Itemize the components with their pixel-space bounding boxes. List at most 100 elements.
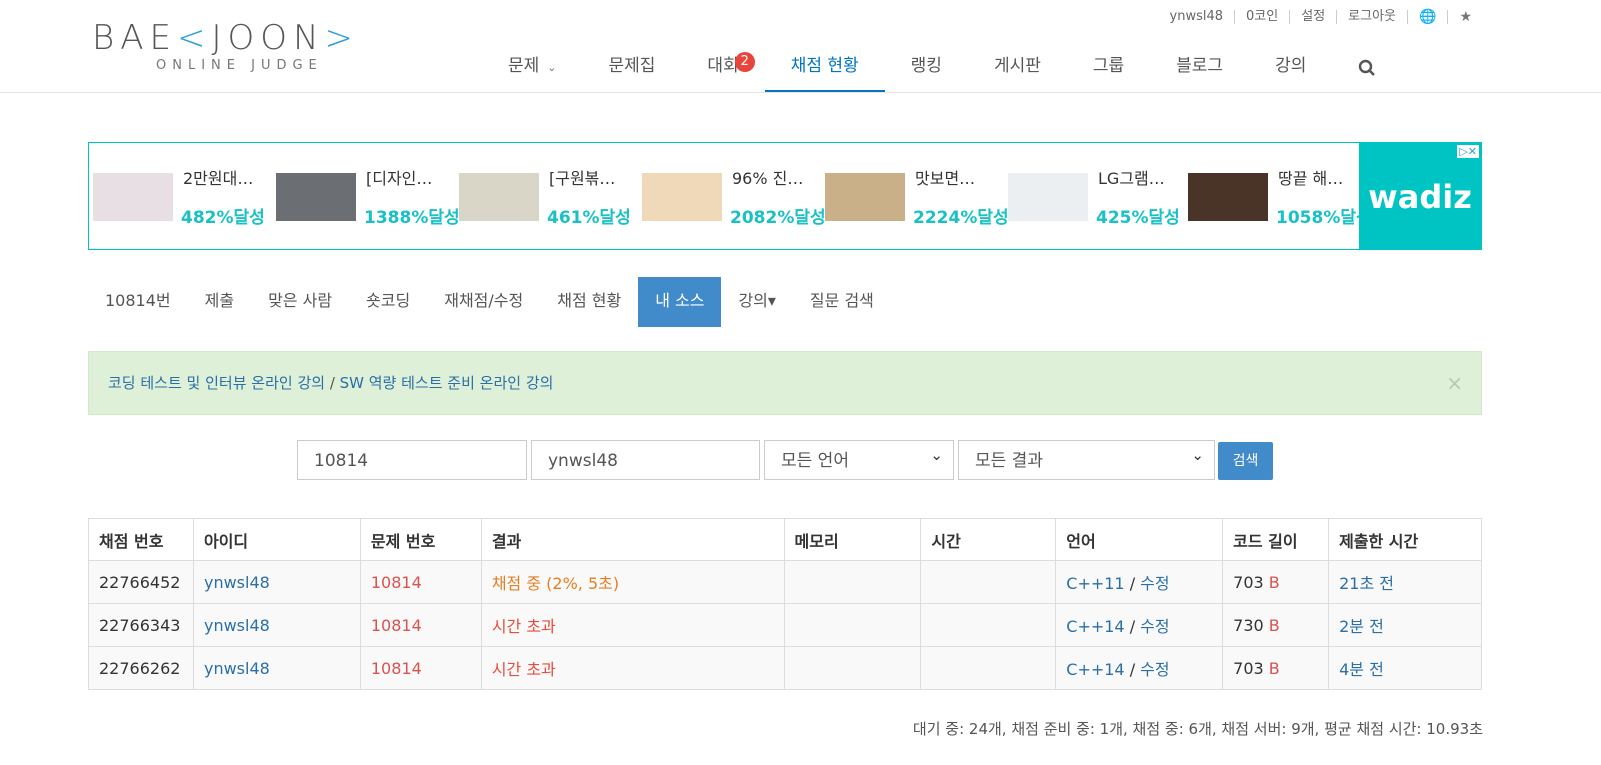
subnav-shortcoding[interactable]: 숏코딩 xyxy=(349,277,427,327)
user-link[interactable]: ynwsl48 xyxy=(204,573,270,592)
ad-item[interactable]: LG그램… 425%달성 xyxy=(1004,143,1186,251)
wadiz-logo[interactable]: wadiz xyxy=(1359,143,1481,249)
close-icon[interactable]: × xyxy=(1446,352,1463,414)
memory-cell xyxy=(783,646,922,690)
submission-id: 22766343 xyxy=(88,603,194,647)
username-link[interactable]: ynwsl48 xyxy=(1159,10,1235,24)
nav-contest[interactable]: 대회 2 xyxy=(681,45,764,92)
code-length: 703 xyxy=(1233,658,1264,678)
logo-subtitle: ONLINE JUDGE xyxy=(156,58,323,73)
nav-contest-label: 대회 xyxy=(707,56,739,76)
submitted-time-link[interactable]: 4분 전 xyxy=(1339,660,1384,679)
user-link[interactable]: ynwsl48 xyxy=(204,659,270,678)
coding-test-lecture-link[interactable]: 코딩 테스트 및 인터뷰 온라인 강의 xyxy=(108,374,325,392)
nav-status-label: 채점 현황 xyxy=(790,56,859,76)
result-select[interactable]: 모든 결과 xyxy=(958,435,1215,480)
edit-link[interactable]: 수정 xyxy=(1140,617,1169,636)
ad-item-name: [구원볶… xyxy=(549,169,616,188)
language-link[interactable]: C++14 xyxy=(1066,617,1124,636)
ad-item-name: LG그램… xyxy=(1098,169,1165,188)
search-button[interactable]: 검색 xyxy=(1218,442,1273,480)
nav-group-label: 그룹 xyxy=(1092,56,1125,76)
chevron-down-icon: ⌄ xyxy=(547,61,557,74)
ad-item[interactable]: 96% 진… 2082%달성 xyxy=(638,143,826,251)
problem-link[interactable]: 10814 xyxy=(371,659,422,678)
language-link[interactable]: C++14 xyxy=(1066,660,1124,679)
alert-separator: / xyxy=(325,374,340,392)
ad-item[interactable]: 땅끝 해… 1058%달성 xyxy=(1184,143,1372,251)
ad-thumbnail xyxy=(93,173,173,221)
ad-banner[interactable]: 2만원대… 482%달성 [디자인… 1388%달성 [구원볶… 461%달성 … xyxy=(88,142,1482,250)
ad-item-rate: 2082%달성 xyxy=(730,208,826,228)
time-cell xyxy=(920,646,1057,690)
byte-unit: B xyxy=(1268,572,1280,592)
code-length: 730 xyxy=(1233,615,1264,635)
nav-lecture[interactable]: 강의 xyxy=(1249,45,1332,92)
edit-link[interactable]: 수정 xyxy=(1140,660,1169,679)
subnav-accepted[interactable]: 맞은 사람 xyxy=(251,277,349,327)
nav-status[interactable]: 채점 현황 xyxy=(764,45,885,92)
search-icon[interactable] xyxy=(1332,45,1402,92)
site-logo[interactable]: BAE<JOON> ONLINE JUDGE xyxy=(92,18,402,78)
status-table: 채점 번호 아이디 문제 번호 결과 메모리 시간 언어 코드 길이 제출한 시… xyxy=(88,518,1482,690)
subnav-my-source[interactable]: 내 소스 xyxy=(638,277,722,327)
time-cell xyxy=(920,560,1057,604)
ad-item-rate: 425%달성 xyxy=(1096,208,1180,228)
status-filters: 10814 ynwsl48 모든 언어 모든 결과 검색 xyxy=(0,435,1601,482)
nav-problems[interactable]: 문제 ⌄ xyxy=(482,45,583,92)
memory-cell xyxy=(783,603,922,647)
star-icon[interactable]: ★ xyxy=(1447,10,1483,24)
ad-item-rate: 1388%달성 xyxy=(364,208,460,228)
ad-item-rate: 461%달성 xyxy=(547,208,631,228)
sw-test-lecture-link[interactable]: SW 역량 테스트 준비 온라인 강의 xyxy=(340,374,554,392)
settings-link[interactable]: 설정 xyxy=(1289,10,1336,24)
nav-ranking[interactable]: 랭킹 xyxy=(885,45,968,92)
subnav-problem[interactable]: 10814번 xyxy=(88,277,188,327)
ad-thumbnail xyxy=(825,173,905,221)
problem-subnav: 10814번 제출 맞은 사람 숏코딩 재채점/수정 채점 현황 내 소스 강의… xyxy=(88,277,891,327)
subnav-rejudge[interactable]: 재채점/수정 xyxy=(427,277,540,327)
nav-board[interactable]: 게시판 xyxy=(968,45,1067,92)
user-link[interactable]: ynwsl48 xyxy=(204,616,270,635)
problem-link[interactable]: 10814 xyxy=(371,573,422,592)
logo-main: BAE<JOON> xyxy=(92,18,359,58)
submitted-time-link[interactable]: 2분 전 xyxy=(1339,617,1384,636)
problem-link[interactable]: 10814 xyxy=(371,616,422,635)
subnav-question-search[interactable]: 질문 검색 xyxy=(793,277,891,327)
subnav-lecture[interactable]: 강의▾ xyxy=(721,277,792,327)
ad-item[interactable]: [구원볶… 461%달성 xyxy=(455,143,637,251)
col-code-length: 코드 길이 xyxy=(1222,518,1330,561)
globe-icon[interactable]: 🌐 xyxy=(1407,10,1447,24)
nav-workbook[interactable]: 문제집 xyxy=(583,45,682,92)
main-nav: 문제 ⌄ 문제집 대회 2 채점 현황 랭킹 게시판 그룹 블로그 강의 xyxy=(482,45,1402,92)
nav-group[interactable]: 그룹 xyxy=(1067,45,1150,92)
subnav-submit[interactable]: 제출 xyxy=(188,277,251,327)
coin-link[interactable]: 0코인 xyxy=(1234,10,1289,24)
adchoices-icon[interactable]: ▷✕ xyxy=(1457,145,1479,158)
ad-item[interactable]: 2만원대… 482%달성 xyxy=(89,143,271,251)
user-id-input[interactable]: ynwsl48 xyxy=(531,440,760,480)
submitted-time-link[interactable]: 21초 전 xyxy=(1339,574,1394,593)
nav-blog[interactable]: 블로그 xyxy=(1150,45,1249,92)
ad-item[interactable]: [디자인… 1388%달성 xyxy=(272,143,460,251)
time-cell xyxy=(920,603,1057,647)
ad-thumbnail xyxy=(1008,173,1088,221)
language-select[interactable]: 모든 언어 xyxy=(764,435,954,480)
subnav-status[interactable]: 채점 현황 xyxy=(540,277,638,327)
contest-badge: 2 xyxy=(734,52,755,72)
ad-thumbnail xyxy=(276,173,356,221)
table-header-row: 채점 번호 아이디 문제 번호 결과 메모리 시간 언어 코드 길이 제출한 시… xyxy=(88,518,1482,561)
nav-ranking-label: 랭킹 xyxy=(910,56,942,76)
edit-link[interactable]: 수정 xyxy=(1140,574,1169,593)
site-header: BAE<JOON> ONLINE JUDGE ynwsl48 0코인 설정 로그… xyxy=(0,0,1601,93)
result-status: 시간 초과 xyxy=(491,617,556,636)
language-link[interactable]: C++11 xyxy=(1066,574,1124,593)
col-problem: 문제 번호 xyxy=(359,518,482,561)
byte-unit: B xyxy=(1268,658,1280,678)
memory-cell xyxy=(783,560,922,604)
problem-id-input[interactable]: 10814 xyxy=(297,440,527,480)
ad-item[interactable]: 맛보면… 2224%달성 xyxy=(821,143,1009,251)
col-submitted: 제출한 시간 xyxy=(1328,518,1482,561)
ad-thumbnail xyxy=(642,173,722,221)
logout-link[interactable]: 로그아웃 xyxy=(1336,10,1407,24)
